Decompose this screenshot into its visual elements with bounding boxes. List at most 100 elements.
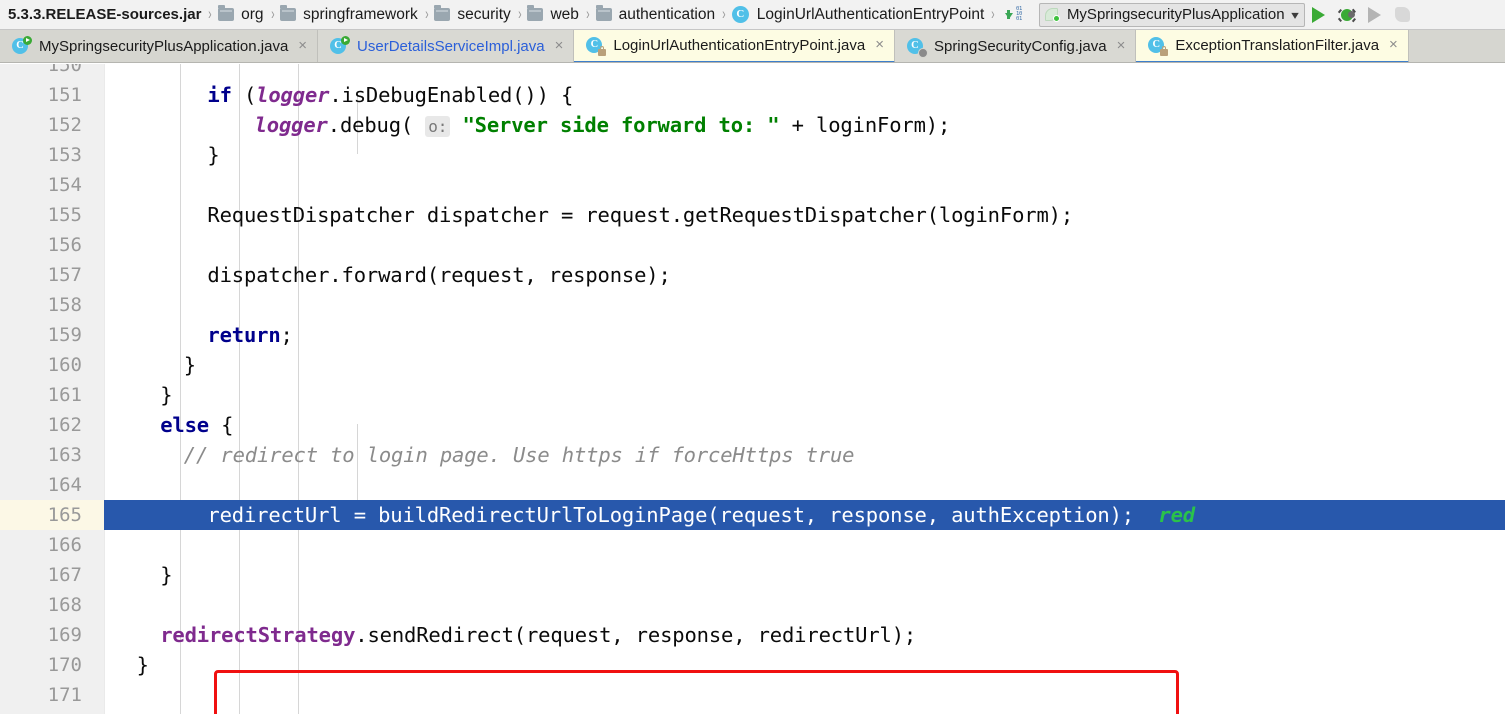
- spring-boot-icon: [1044, 7, 1062, 23]
- code-line[interactable]: 157 dispatcher.forward(request, response)…: [0, 260, 1505, 290]
- code-text: // redirect to login page. Use https if …: [184, 440, 855, 470]
- line-number: 162: [47, 414, 82, 436]
- code-line[interactable]: 164: [0, 470, 1505, 500]
- line-number: 154: [47, 174, 82, 196]
- stop-button[interactable]: [1389, 1, 1417, 29]
- code-text: }: [184, 350, 196, 380]
- code-token: }: [207, 143, 220, 167]
- breadcrumb-item-loginurlauthenticationentrypoint[interactable]: C LoginUrlAuthenticationEntryPoint: [728, 0, 989, 29]
- code-text: }: [160, 380, 172, 410]
- code-line[interactable]: 156: [0, 230, 1505, 260]
- debug-button[interactable]: [1333, 1, 1361, 29]
- code-line[interactable]: 169 redirectStrategy.sendRedirect(request…: [0, 620, 1505, 650]
- line-number: 157: [47, 264, 82, 286]
- code-line[interactable]: 155 RequestDispatcher dispatcher = reques…: [0, 200, 1505, 230]
- code-line[interactable]: 152 logger.debug( o: "Server side forward…: [0, 110, 1505, 140]
- editor-tab-exceptiontranslationfilter[interactable]: C ExceptionTranslationFilter.java ×: [1136, 30, 1409, 62]
- code-text: return;: [207, 320, 293, 350]
- java-readonly-class-icon: C: [586, 36, 607, 56]
- run-button[interactable]: [1305, 1, 1333, 29]
- code-editor[interactable]: 150 151 if (logger.isDebugEnabled()) {152 l…: [0, 64, 1505, 714]
- java-readonly-class-icon: C: [1148, 36, 1169, 56]
- folder-icon: [527, 5, 544, 21]
- code-token: (: [231, 83, 257, 107]
- run-with-coverage-button[interactable]: [1361, 1, 1389, 29]
- inline-debug-value: red: [1158, 503, 1195, 527]
- breadcrumb-item-web[interactable]: web: [523, 0, 583, 29]
- code-text: else {: [160, 410, 233, 440]
- breadcrumb-item-label: authentication: [618, 5, 716, 23]
- line-number: 168: [47, 594, 82, 616]
- breadcrumb-separator: ›: [517, 3, 522, 23]
- line-number: 163: [47, 444, 82, 466]
- editor-tab-userdetailsserviceimpl[interactable]: C UserDetailsServiceImpl.java ×: [318, 30, 575, 62]
- code-line[interactable]: 151 if (logger.isDebugEnabled()) {: [0, 80, 1505, 110]
- code-text: }: [160, 560, 172, 590]
- code-line[interactable]: 170}: [0, 650, 1505, 680]
- line-number: 151: [47, 84, 82, 106]
- breadcrumb-item-springframework[interactable]: springframework: [276, 0, 423, 29]
- editor-tab-label: LoginUrlAuthenticationEntryPoint.java: [613, 37, 866, 54]
- close-icon[interactable]: ×: [1117, 38, 1128, 55]
- bug-icon: [1337, 7, 1356, 23]
- line-number: 171: [47, 684, 82, 706]
- breadcrumb-separator: ›: [424, 3, 429, 23]
- code-token: logger: [254, 113, 328, 137]
- code-line[interactable]: 160}: [0, 350, 1505, 380]
- editor-tab-springsecurityconfig[interactable]: C SpringSecurityConfig.java ×: [894, 30, 1137, 62]
- editor-tab-myspringsecurityplusapplication[interactable]: C MySpringsecurityPlusApplication.java ×: [0, 30, 319, 62]
- close-icon[interactable]: ×: [555, 38, 566, 55]
- folder-icon: [434, 5, 451, 21]
- code-text: redirectUrl = buildRedirectUrlToLoginPag…: [207, 500, 1195, 530]
- code-token: .debug(: [327, 113, 426, 137]
- code-line[interactable]: 153}: [0, 140, 1505, 170]
- code-line[interactable]: 158: [0, 290, 1505, 320]
- editor-tab-bar: C MySpringsecurityPlusApplication.java × C U…: [0, 30, 1505, 63]
- close-icon[interactable]: ×: [875, 37, 886, 54]
- editor-tab-loginurlauthenticationentrypoint[interactable]: C LoginUrlAuthenticationEntryPoint.java ×: [574, 30, 895, 62]
- code-line[interactable]: 165 redirectUrl = buildRedirectUrlToLogin…: [0, 500, 1505, 530]
- editor-tab-label: MySpringsecurityPlusApplication.java: [39, 38, 289, 55]
- breadcrumb-separator: ›: [722, 3, 726, 23]
- code-text: RequestDispatcher dispatcher = request.g…: [207, 200, 1073, 230]
- play-dim-icon: [1368, 6, 1382, 23]
- breadcrumb-item-security[interactable]: security: [430, 0, 515, 29]
- code-line[interactable]: 167}: [0, 560, 1505, 590]
- breadcrumb-separator: ›: [208, 3, 213, 23]
- code-token: logger: [256, 83, 330, 107]
- line-number: 165: [47, 504, 82, 526]
- code-lines[interactable]: 150 151 if (logger.isDebugEnabled()) {152 l…: [0, 64, 1505, 714]
- code-token: if: [207, 83, 232, 107]
- breadcrumb-item-label: org: [241, 5, 264, 23]
- code-line[interactable]: 154: [0, 170, 1505, 200]
- line-number: 169: [47, 624, 82, 646]
- line-number: 159: [47, 324, 82, 346]
- code-line[interactable]: 163 // redirect to login page. Use https …: [0, 440, 1505, 470]
- code-token: }: [160, 563, 173, 587]
- run-configuration-selector[interactable]: MySpringsecurityPlusApplication ▾: [1038, 2, 1305, 27]
- close-icon[interactable]: ×: [1389, 37, 1400, 54]
- code-text: dispatcher.forward(request, response);: [207, 260, 670, 290]
- code-line[interactable]: 159 return;: [0, 320, 1505, 350]
- code-text: }: [137, 650, 149, 680]
- breadcrumb-item-5-3-3-release-sources-jar[interactable]: 5.3.3.RELEASE-sources.jar: [0, 0, 206, 29]
- line-number: 161: [47, 384, 82, 406]
- code-line[interactable]: 166: [0, 530, 1505, 560]
- code-line[interactable]: 168: [0, 590, 1505, 620]
- code-line[interactable]: 150: [0, 64, 1505, 80]
- breadcrumb-item-label: 5.3.3.RELEASE-sources.jar: [8, 6, 202, 23]
- breadcrumb-item-org[interactable]: org: [214, 0, 268, 29]
- breadcrumb-item-authentication[interactable]: authentication: [592, 0, 721, 29]
- code-token: dispatcher.forward(request, response);: [207, 263, 671, 287]
- code-line[interactable]: 161}: [0, 380, 1505, 410]
- code-text: }: [207, 140, 219, 170]
- chevron-down-icon[interactable]: ▾: [1291, 8, 1299, 22]
- breadcrumb-item-label: web: [550, 5, 579, 23]
- breadcrumb-separator: ›: [585, 3, 590, 23]
- close-icon[interactable]: ×: [298, 38, 309, 55]
- code-line[interactable]: 171: [0, 680, 1505, 710]
- code-line[interactable]: 162 else {: [0, 410, 1505, 440]
- code-token: RequestDispatcher dispatcher = request.g…: [207, 203, 1074, 227]
